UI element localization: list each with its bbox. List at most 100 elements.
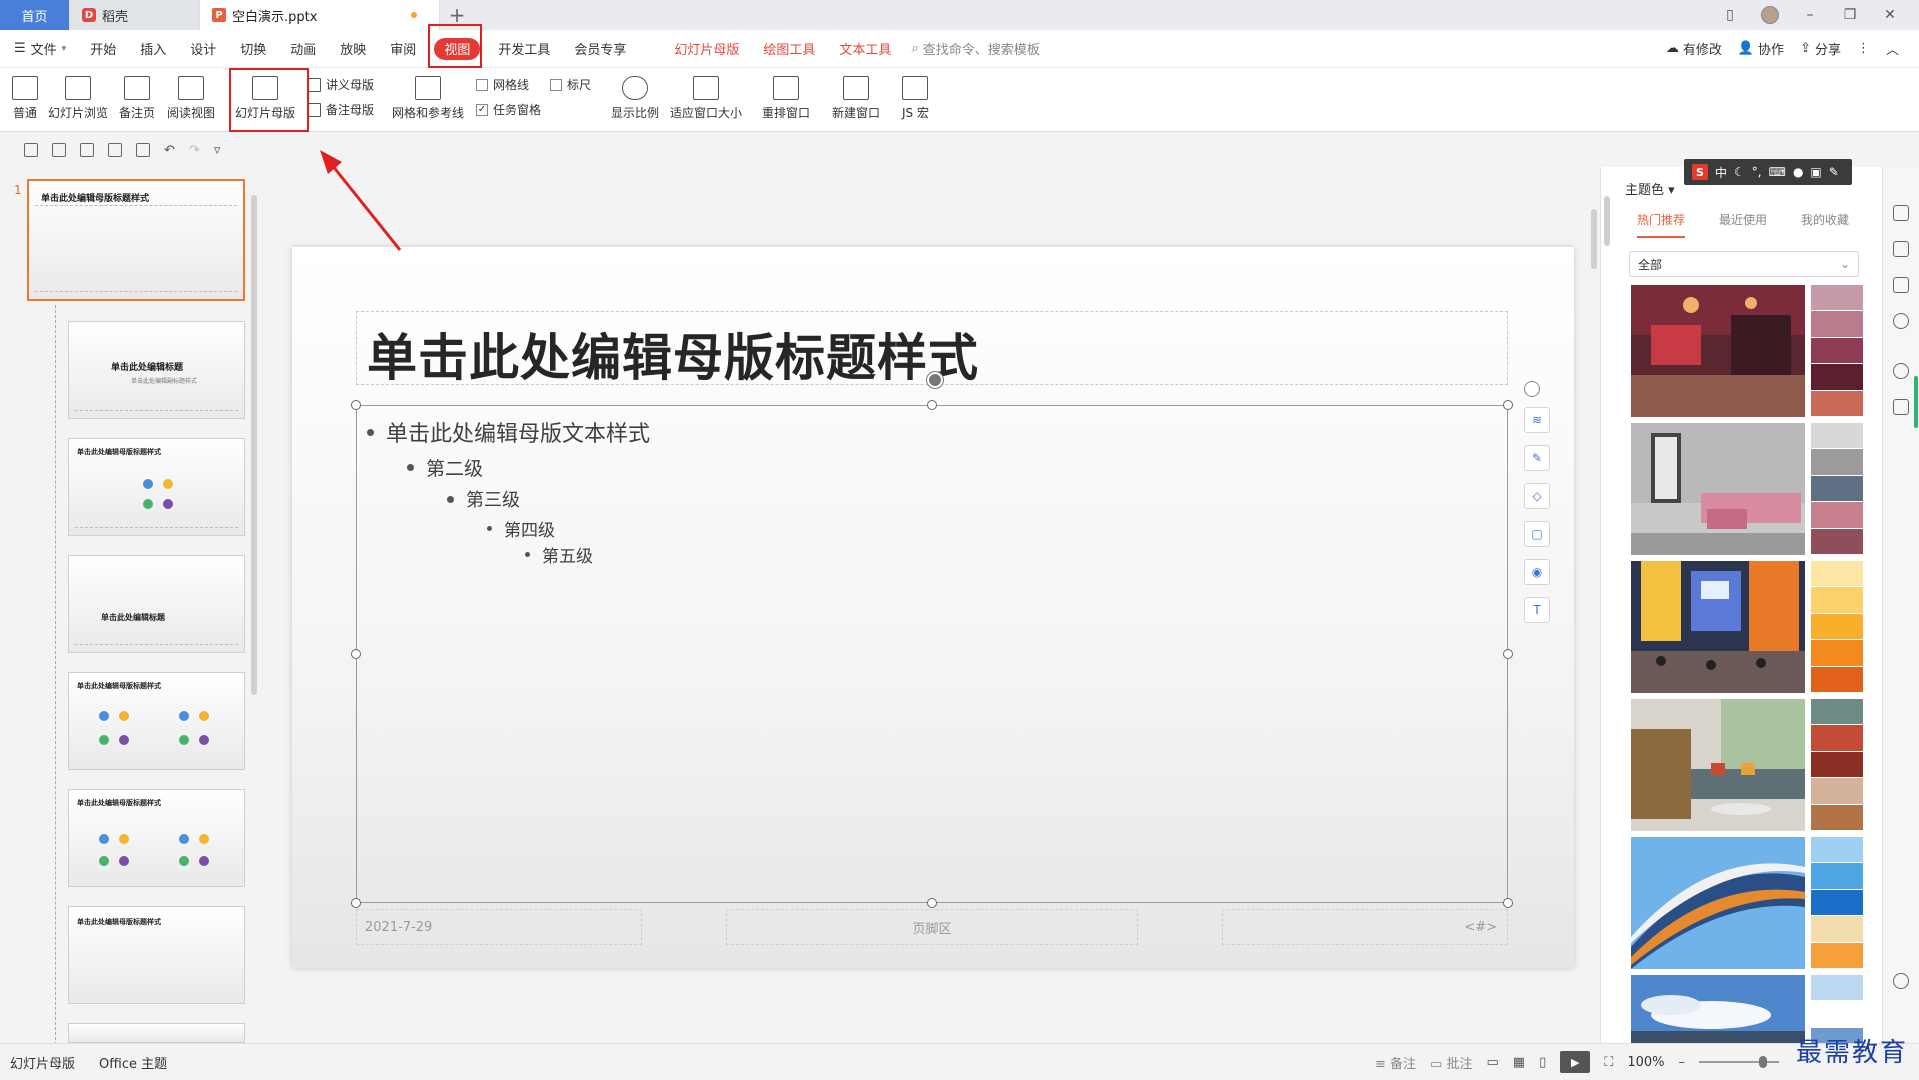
page-number-placeholder[interactable]: <#>	[1222, 909, 1508, 945]
resize-handle[interactable]	[927, 400, 937, 410]
tab-recent[interactable]: 最近使用	[1719, 211, 1767, 238]
pen-icon[interactable]: ✎	[1524, 445, 1550, 471]
save-icon[interactable]	[52, 143, 66, 157]
text-level-5[interactable]: 第五级	[525, 542, 593, 567]
resize-handle[interactable]	[1503, 400, 1513, 410]
ime-mode[interactable]: 中	[1715, 164, 1727, 181]
thumbnail-title-layout[interactable]: 单击此处编辑标题 单击此处编辑副标题样式	[68, 321, 245, 419]
modified-button[interactable]: ☁ 有修改	[1666, 39, 1722, 58]
text-level-2[interactable]: 第二级	[407, 454, 483, 481]
theme-color-header[interactable]: 主题色 ▾	[1625, 179, 1675, 198]
tab-transitions[interactable]: 切换	[228, 35, 278, 63]
tab-text-tools[interactable]: 文本工具	[827, 35, 903, 63]
new-window-button[interactable]: 新建窗口	[832, 76, 880, 121]
thumbnail-blank-layout[interactable]	[68, 1023, 245, 1043]
thumbnail-scrollbar[interactable]	[250, 175, 258, 1035]
reading-view-button[interactable]: 阅读视图	[167, 76, 215, 121]
user-icon[interactable]: ●	[1793, 165, 1803, 179]
minimize-icon[interactable]: –	[1801, 6, 1819, 24]
sorter-view-status-icon[interactable]: ▦	[1513, 1055, 1525, 1070]
minus-icon[interactable]	[1524, 381, 1540, 397]
fit-icon[interactable]: ⛶	[1604, 1055, 1613, 1070]
slide-title[interactable]: 单击此处编辑母版标题样式	[367, 318, 979, 390]
grid-guides-button[interactable]: 网格和参考线	[392, 76, 464, 121]
thumbnail-title-only-layout[interactable]: 单击此处编辑母版标题样式	[68, 906, 245, 1004]
resize-handle[interactable]	[927, 898, 937, 908]
print-preview-icon[interactable]	[136, 143, 150, 157]
text-box-icon[interactable]: T	[1524, 597, 1550, 623]
thumbnail-scrollbar-thumb[interactable]	[251, 195, 257, 695]
fit-window-button[interactable]: 适应窗口大小	[670, 76, 742, 121]
notes-master-button[interactable]: 备注母版	[307, 101, 374, 118]
print-icon[interactable]	[108, 143, 122, 157]
rotate-handle-icon[interactable]	[927, 372, 943, 388]
resize-handle[interactable]	[351, 649, 361, 659]
close-icon[interactable]: ✕	[1881, 6, 1899, 24]
tab-member[interactable]: 会员专享	[562, 35, 638, 63]
resize-handle[interactable]	[351, 898, 361, 908]
chat-icon[interactable]	[1893, 973, 1909, 989]
zoom-level[interactable]: 100%	[1627, 1055, 1664, 1070]
tab-insert[interactable]: 插入	[128, 35, 178, 63]
palette-icon[interactable]	[1893, 363, 1909, 379]
layout-icon[interactable]: ▯	[1721, 6, 1739, 24]
master-slide[interactable]: 单击此处编辑母版标题样式 单击此处编辑母版文本样式 第二级 第三级 第四级 第五…	[292, 247, 1574, 968]
undo-icon[interactable]: ↶	[164, 143, 175, 158]
customize-toolbar-icon[interactable]: ▿	[214, 143, 221, 158]
zoom-out-icon[interactable]: –	[1679, 1055, 1686, 1070]
color-scheme-card[interactable]	[1631, 699, 1863, 831]
color-scheme-card[interactable]	[1631, 285, 1863, 417]
tab-slide-master[interactable]: 幻灯片母版	[662, 35, 751, 63]
keyboard-icon[interactable]: ⌨	[1769, 165, 1786, 179]
collaborate-button[interactable]: 👤 协作	[1738, 39, 1784, 58]
command-search[interactable]: ⌕ 查找命令、搜索模板	[911, 39, 1039, 58]
task-pane-checkbox[interactable]: ✓ 任务窗格	[476, 101, 541, 118]
theme-panel-scrollbar-thumb[interactable]	[1604, 196, 1610, 246]
moon-icon[interactable]: ☾	[1734, 165, 1745, 179]
reading-view-status-icon[interactable]: ▯	[1539, 1055, 1546, 1070]
zoom-slider[interactable]	[1699, 1056, 1779, 1068]
notes-toggle[interactable]: ≡ 备注	[1375, 1053, 1416, 1072]
tab-home-ribbon[interactable]: 开始	[78, 35, 128, 63]
body-placeholder[interactable]: 单击此处编辑母版文本样式 第二级 第三级 第四级 第五级	[351, 372, 1513, 908]
copy-icon[interactable]	[1893, 277, 1909, 293]
file-menu[interactable]: ☰ 文件 ▾	[0, 35, 78, 63]
date-placeholder[interactable]: 2021-7-29	[356, 909, 642, 945]
tab-review[interactable]: 审阅	[378, 35, 428, 63]
tab-docer[interactable]: D 稻壳	[70, 0, 200, 30]
normal-view-button[interactable]: 普通	[12, 76, 38, 121]
collapse-ribbon-icon[interactable]: ︿	[1886, 39, 1899, 58]
tab-home[interactable]: 首页	[0, 0, 70, 30]
ruler-checkbox[interactable]: 标尺	[550, 76, 591, 93]
category-select[interactable]: 全部 ⌄	[1629, 251, 1859, 277]
more-icon[interactable]: ⋮	[1857, 41, 1870, 56]
canvas-scrollbar[interactable]	[1590, 179, 1598, 1039]
layers-icon[interactable]: ≋	[1524, 407, 1550, 433]
text-level-4[interactable]: 第四级	[487, 516, 555, 541]
js-macro-button[interactable]: JS 宏	[902, 76, 929, 121]
tab-developer[interactable]: 开发工具	[486, 35, 562, 63]
text-level-1[interactable]: 单击此处编辑母版文本样式	[367, 416, 650, 448]
share-button[interactable]: ⇪ 分享	[1800, 39, 1841, 58]
help-icon[interactable]	[1893, 313, 1909, 329]
tab-drawing-tools[interactable]: 绘图工具	[751, 35, 827, 63]
punctuation-icon[interactable]: °,	[1752, 165, 1762, 179]
avatar[interactable]	[1761, 6, 1779, 24]
theme-panel-scrollbar[interactable]	[1603, 176, 1611, 1036]
tab-document[interactable]: P 空白演示.pptx	[200, 0, 440, 30]
gridlines-checkbox[interactable]: 网格线	[476, 76, 529, 93]
resize-handle[interactable]	[351, 400, 361, 410]
handout-master-button[interactable]: 讲义母版	[307, 76, 374, 93]
resize-handle[interactable]	[1503, 649, 1513, 659]
zoom-button[interactable]: 显示比例	[611, 76, 659, 121]
restore-icon[interactable]: ❐	[1841, 6, 1859, 24]
redo-icon[interactable]: ↷	[189, 143, 200, 158]
pin-icon[interactable]	[1893, 241, 1909, 257]
normal-view-status-icon[interactable]: ▭	[1486, 1055, 1498, 1070]
color-scheme-card[interactable]	[1631, 837, 1863, 969]
color-scheme-card[interactable]	[1631, 423, 1863, 555]
lightbulb-icon[interactable]: ◉	[1524, 559, 1550, 585]
slide-sorter-button[interactable]: 幻灯片浏览	[48, 76, 108, 121]
new-file-icon[interactable]	[24, 143, 38, 157]
color-scheme-card[interactable]	[1631, 561, 1863, 693]
